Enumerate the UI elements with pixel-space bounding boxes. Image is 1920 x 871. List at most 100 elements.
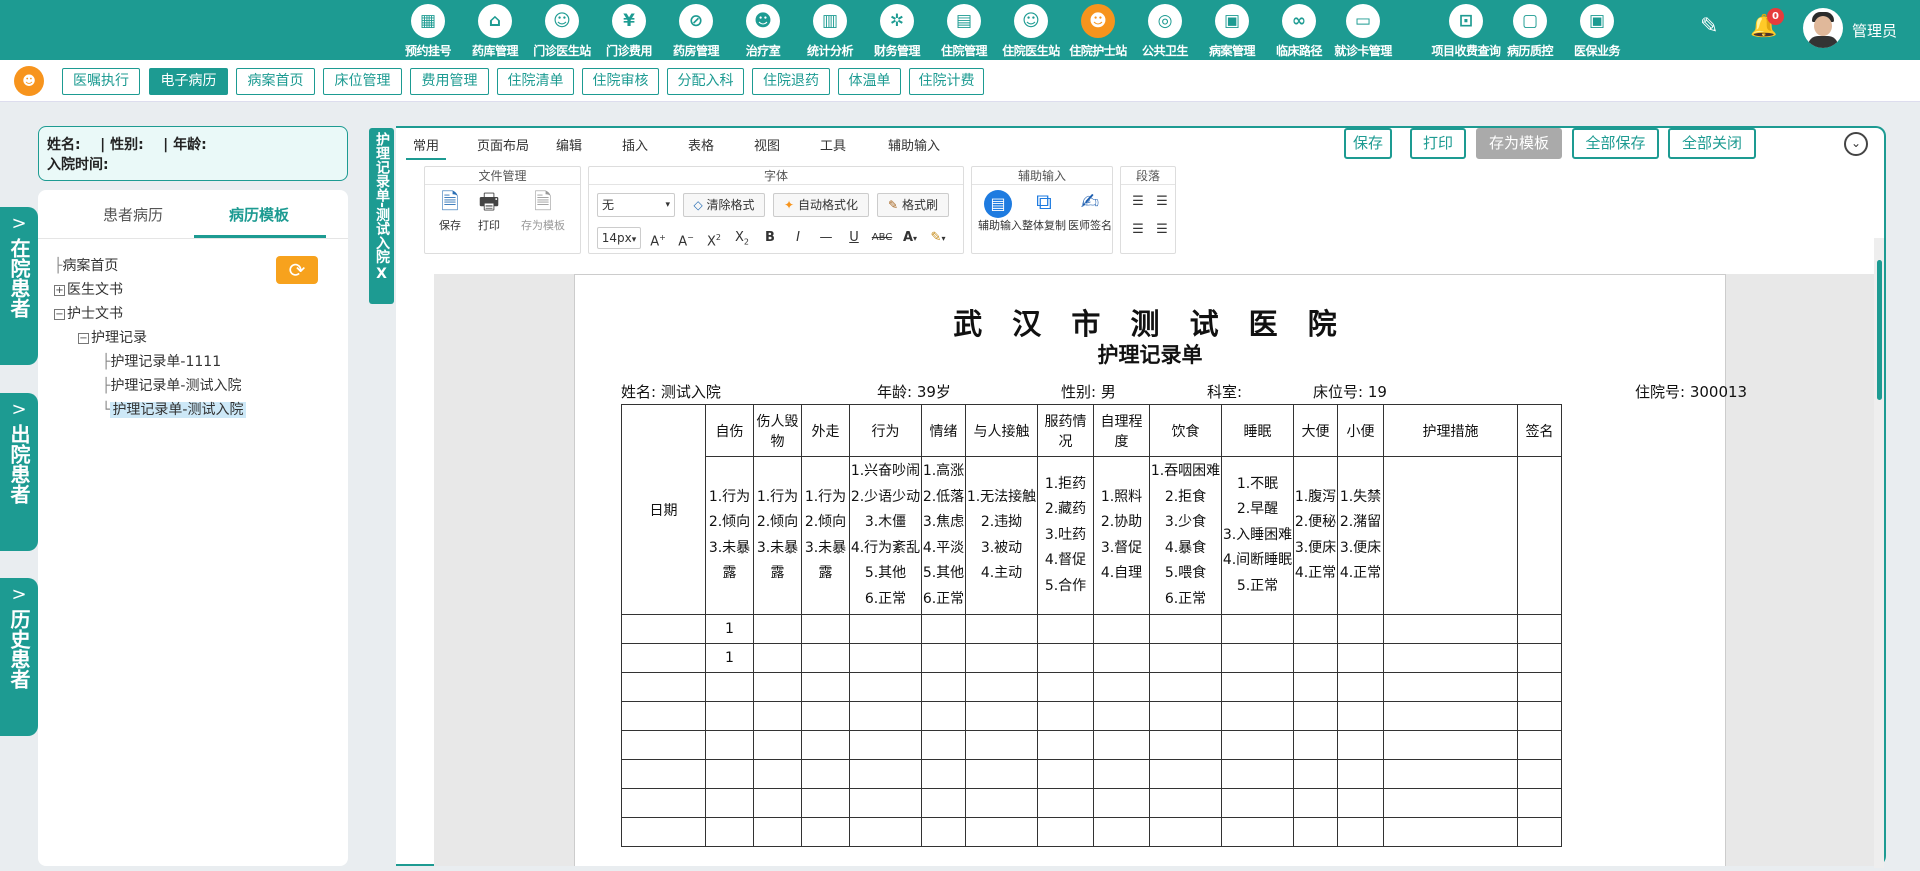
table-cell[interactable] bbox=[1383, 817, 1518, 847]
save-button[interactable]: 保存 bbox=[1344, 128, 1392, 159]
refresh-button[interactable]: ⟳ bbox=[276, 256, 318, 284]
table-cell[interactable] bbox=[1517, 759, 1562, 789]
table-cell[interactable] bbox=[621, 730, 706, 760]
table-cell[interactable] bbox=[1221, 817, 1294, 847]
table-cell[interactable] bbox=[965, 759, 1038, 789]
nav-item-record[interactable]: ▣ 病案管理 bbox=[1199, 2, 1265, 58]
ribbon-tab-2[interactable]: 编辑 bbox=[548, 134, 590, 160]
table-cell[interactable] bbox=[921, 788, 966, 818]
save-all-button[interactable]: 全部保存 bbox=[1572, 128, 1659, 159]
table-cell[interactable] bbox=[921, 672, 966, 702]
ribbon-tab-6[interactable]: 工具 bbox=[812, 134, 854, 160]
table-cell[interactable] bbox=[965, 614, 1038, 644]
table-cell[interactable] bbox=[621, 643, 706, 673]
table-cell[interactable] bbox=[1149, 643, 1222, 673]
shrink-font-icon[interactable]: A− bbox=[675, 227, 697, 249]
ribbon-tab-5[interactable]: 视图 bbox=[746, 134, 788, 160]
table-cell[interactable] bbox=[801, 788, 850, 818]
table-cell[interactable] bbox=[1149, 614, 1222, 644]
table-cell[interactable] bbox=[1293, 730, 1338, 760]
nav-item-target[interactable]: ◎ 公共卫生 bbox=[1132, 2, 1198, 58]
table-cell[interactable] bbox=[1037, 817, 1094, 847]
clear-format-button[interactable]: ◇ 清除格式 bbox=[683, 193, 765, 217]
table-cell[interactable] bbox=[1517, 730, 1562, 760]
subnav-tab-2[interactable]: 病案首页 bbox=[236, 68, 315, 95]
table-cell[interactable] bbox=[1293, 788, 1338, 818]
justify-icon[interactable]: ☰ bbox=[1151, 219, 1173, 241]
table-cell[interactable] bbox=[921, 614, 966, 644]
subnav-tab-7[interactable]: 分配入科 bbox=[667, 68, 744, 95]
table-cell[interactable]: 1 bbox=[705, 614, 754, 644]
table-cell[interactable] bbox=[1383, 701, 1518, 731]
admission-no-field[interactable]: 住院号: 300013 bbox=[1635, 381, 1747, 402]
table-cell[interactable] bbox=[801, 672, 850, 702]
subnav-tab-10[interactable]: 住院计费 bbox=[909, 68, 984, 95]
table-cell[interactable] bbox=[1293, 672, 1338, 702]
table-cell[interactable] bbox=[1383, 730, 1518, 760]
table-cell[interactable] bbox=[705, 672, 754, 702]
table-cell[interactable] bbox=[1093, 614, 1150, 644]
subnav-tab-9[interactable]: 体温单 bbox=[838, 68, 901, 95]
table-cell[interactable] bbox=[1221, 643, 1294, 673]
table-cell[interactable] bbox=[849, 817, 922, 847]
table-cell[interactable] bbox=[1337, 759, 1384, 789]
nav-item-quality[interactable]: ▢ 病历质控 bbox=[1497, 2, 1563, 58]
close-all-button[interactable]: 全部关闭 bbox=[1668, 128, 1756, 159]
table-cell[interactable] bbox=[849, 730, 922, 760]
document-page[interactable]: 武 汉 市 测 试 医 院 护理记录单 姓名: 测试入院 年龄: 39岁 性别:… bbox=[574, 274, 1747, 866]
table-cell[interactable] bbox=[705, 759, 754, 789]
table-cell[interactable] bbox=[1517, 614, 1562, 644]
ribbon-tab-3[interactable]: 插入 bbox=[614, 134, 656, 160]
sidetab-history[interactable]: > 历史患者 bbox=[0, 578, 38, 736]
table-cell[interactable] bbox=[801, 730, 850, 760]
table-cell[interactable] bbox=[965, 788, 1038, 818]
grow-font-icon[interactable]: A+ bbox=[647, 227, 669, 249]
table-cell[interactable] bbox=[753, 672, 802, 702]
format-brush-button[interactable]: ✎ 格式刷 bbox=[877, 193, 949, 217]
table-cell[interactable] bbox=[1037, 701, 1094, 731]
table-cell[interactable] bbox=[849, 643, 922, 673]
table-cell[interactable] bbox=[849, 701, 922, 731]
table-cell[interactable] bbox=[621, 614, 706, 644]
patient-name-field[interactable]: 姓名: 测试入院 bbox=[621, 381, 721, 402]
table-cell[interactable] bbox=[1037, 614, 1094, 644]
nav-item-insurance[interactable]: ▣ 医保业务 bbox=[1564, 2, 1630, 58]
nav-item-doctor[interactable]: ☺ 门诊医生站 bbox=[529, 2, 595, 58]
table-cell[interactable] bbox=[849, 788, 922, 818]
table-cell[interactable] bbox=[753, 730, 802, 760]
table-cell[interactable] bbox=[1221, 730, 1294, 760]
align-right-icon[interactable]: ☰ bbox=[1127, 219, 1149, 241]
nav-item-bed[interactable]: ▤ 住院管理 bbox=[931, 2, 997, 58]
table-cell[interactable] bbox=[1221, 759, 1294, 789]
tree-item-nurse-docs[interactable]: − 护士文书 bbox=[54, 302, 123, 326]
table-cell[interactable] bbox=[753, 701, 802, 731]
table-cell[interactable] bbox=[1337, 614, 1384, 644]
tree-item-doctor-docs[interactable]: + 医生文书 bbox=[54, 278, 123, 302]
patient-gender-field[interactable]: 性别: 男 bbox=[1061, 381, 1116, 402]
close-icon[interactable]: X bbox=[369, 266, 394, 283]
table-cell[interactable] bbox=[1093, 759, 1150, 789]
table-cell[interactable] bbox=[1093, 788, 1150, 818]
assist-input-button[interactable]: ▤ 辅助输入 bbox=[978, 189, 1022, 233]
table-cell[interactable] bbox=[965, 672, 1038, 702]
table-cell[interactable] bbox=[1293, 759, 1338, 789]
ribbon-tab-7[interactable]: 辅助输入 bbox=[878, 134, 950, 160]
table-cell[interactable] bbox=[1037, 730, 1094, 760]
nav-item-warehouse[interactable]: ⌂ 药库管理 bbox=[462, 2, 528, 58]
subscript-icon[interactable]: X2 bbox=[731, 227, 753, 249]
expand-icon[interactable]: + bbox=[54, 284, 65, 296]
table-cell[interactable] bbox=[1037, 672, 1094, 702]
table-cell[interactable] bbox=[965, 730, 1038, 760]
table-cell[interactable] bbox=[1093, 672, 1150, 702]
font-size-select[interactable]: 14px▾ bbox=[597, 227, 641, 249]
table-cell[interactable] bbox=[1337, 672, 1384, 702]
table-cell[interactable] bbox=[705, 788, 754, 818]
table-cell[interactable] bbox=[1149, 672, 1222, 702]
print-button[interactable]: 打印 bbox=[1410, 128, 1466, 159]
nav-item-card[interactable]: ▭ 就诊卡管理 bbox=[1330, 2, 1396, 58]
table-cell[interactable] bbox=[1093, 643, 1150, 673]
bed-field[interactable]: 床位号: 19 bbox=[1313, 381, 1387, 402]
avatar[interactable] bbox=[1803, 8, 1843, 48]
nav-item-nurse[interactable]: ☻ 治疗室 bbox=[730, 2, 796, 58]
table-cell[interactable] bbox=[801, 701, 850, 731]
